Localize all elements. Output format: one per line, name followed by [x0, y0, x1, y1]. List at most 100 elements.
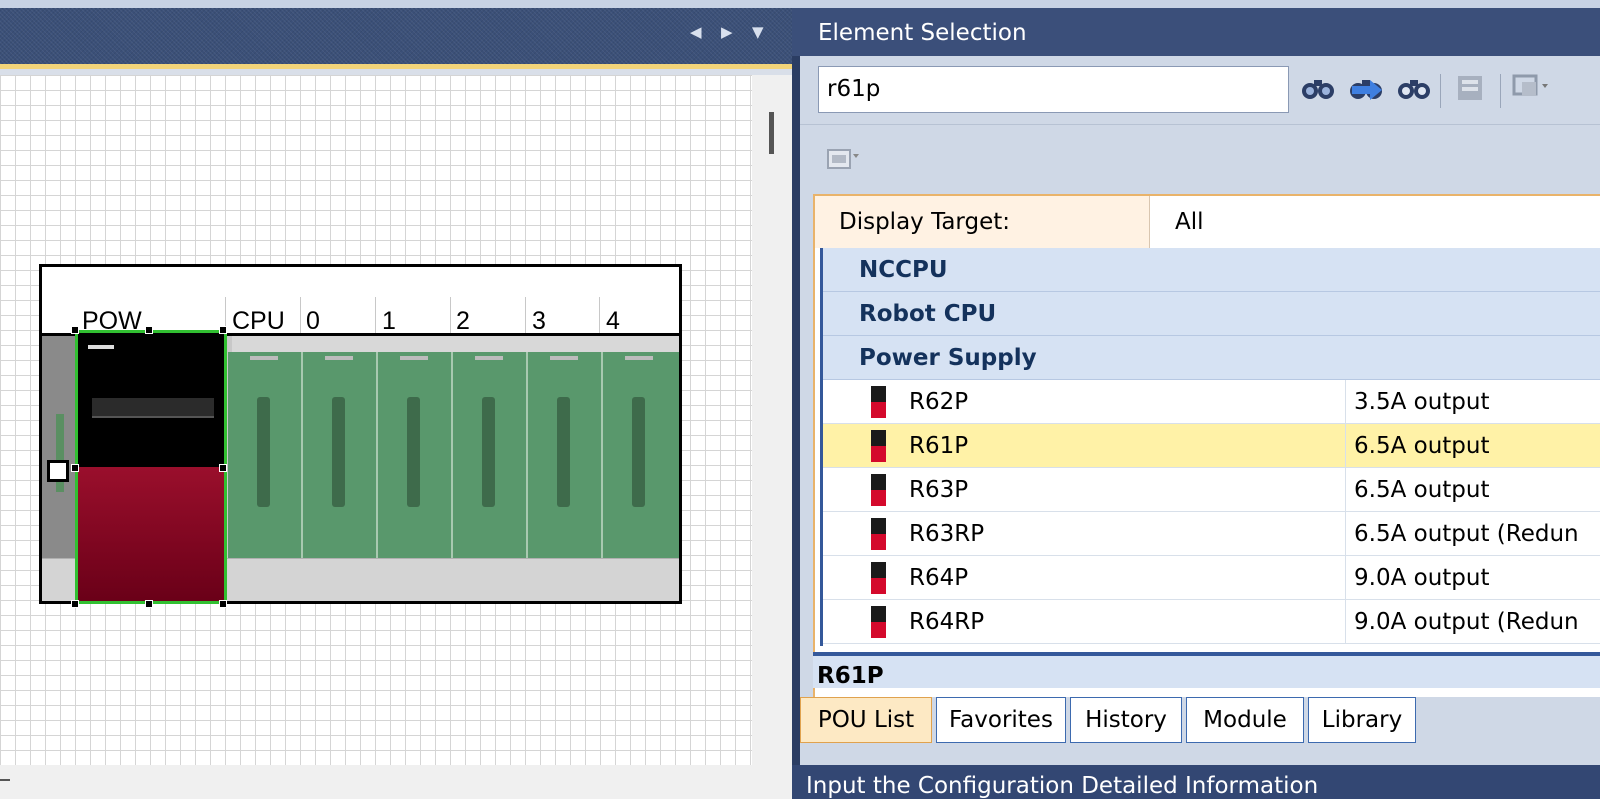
item-name: R62P	[909, 389, 969, 415]
display-target-value[interactable]: All	[1175, 196, 1204, 248]
item-description: 3.5A output	[1345, 380, 1600, 424]
item-name: R63RP	[909, 521, 985, 547]
power-module-icon	[871, 386, 886, 418]
item-name: R64RP	[909, 609, 985, 635]
item-description: 9.0A output (Redun	[1345, 600, 1600, 644]
category-robot-cpu[interactable]: Robot CPU	[823, 292, 1600, 336]
item-description: 6.5A output	[1345, 424, 1600, 468]
item-description: 9.0A output	[1345, 556, 1600, 600]
tab-scroll-right-icon[interactable]: ▶	[721, 22, 733, 42]
display-target-label: Display Target:	[815, 196, 1150, 248]
module-bar	[407, 397, 420, 507]
list-item-r64p[interactable]: R64P 9.0A output	[823, 556, 1600, 600]
slot-separator	[525, 297, 526, 333]
slot-label-1: 1	[382, 307, 396, 335]
power-supply-top	[78, 333, 224, 467]
slot-label-0: 0	[306, 307, 320, 335]
horizontal-scrollbar[interactable]	[0, 765, 792, 799]
slot-4-module[interactable]	[603, 352, 679, 558]
category-power-supply[interactable]: Power Supply	[823, 336, 1600, 380]
resize-handle[interactable]	[71, 600, 79, 608]
slot-label-cpu: CPU	[232, 307, 285, 335]
item-name: R61P	[909, 433, 969, 459]
search-input[interactable]: r61p	[818, 66, 1289, 113]
module-icon[interactable]	[1452, 72, 1488, 111]
slot-3-module[interactable]	[528, 352, 603, 558]
slot-separator	[300, 297, 301, 333]
tab-list-dropdown-icon[interactable]: ▼	[752, 22, 764, 42]
list-tree: NCCPU Robot CPU Power Supply R62P 3.5A o…	[820, 248, 1600, 646]
find-all-icon[interactable]	[1396, 72, 1432, 111]
module-bar	[482, 397, 495, 507]
power-module-icon	[871, 430, 886, 462]
power-module-icon	[871, 474, 886, 506]
tab-module[interactable]: Module	[1186, 697, 1304, 743]
toolbar-separator	[1440, 74, 1441, 108]
slot-0-module[interactable]	[303, 352, 378, 558]
list-item-r61p[interactable]: R61P 6.5A output	[823, 424, 1600, 468]
item-name: R63P	[909, 477, 969, 503]
slot-cpu-module[interactable]	[228, 352, 303, 558]
module-tab	[325, 356, 353, 360]
power-supply-panel	[92, 398, 214, 418]
resize-handle[interactable]	[71, 326, 79, 334]
resize-handle[interactable]	[219, 464, 227, 472]
module-bar	[632, 397, 645, 507]
slot-separator	[375, 297, 376, 333]
module-tab	[250, 356, 278, 360]
scrollbar-thumb[interactable]	[769, 112, 774, 154]
power-module-icon	[871, 606, 886, 638]
display-icon[interactable]	[1510, 72, 1550, 111]
list-item-r62p[interactable]: R62P 3.5A output	[823, 380, 1600, 424]
resize-handle[interactable]	[145, 600, 153, 608]
find-icon[interactable]	[1300, 72, 1336, 111]
status-bar: Input the Configuration Detailed Informa…	[792, 765, 1600, 799]
resize-handle[interactable]	[71, 464, 79, 472]
status-text: Input the Configuration Detailed Informa…	[806, 773, 1319, 799]
module-bar	[557, 397, 570, 507]
slot-separator	[450, 297, 451, 333]
item-description: 6.5A output	[1345, 468, 1600, 512]
slot-2-module[interactable]	[453, 352, 528, 558]
item-name: R64P	[909, 565, 969, 591]
scroll-tick	[0, 779, 10, 781]
rack-selection-marker[interactable]	[47, 460, 69, 482]
module-bar	[257, 397, 270, 507]
list-item-r64rp[interactable]: R64RP 9.0A output (Redun	[823, 600, 1600, 644]
rack-top-rail	[232, 336, 679, 352]
tab-library[interactable]: Library	[1308, 697, 1416, 743]
toolbar-divider	[800, 124, 1600, 125]
slot-label-4: 4	[606, 307, 620, 335]
display-target-row[interactable]: Display Target: All	[815, 196, 1600, 248]
power-supply-body	[78, 467, 224, 601]
top-strip	[0, 0, 1600, 8]
item-description: 6.5A output (Redun	[1345, 512, 1600, 556]
toolbar-separator	[1500, 74, 1501, 108]
category-nccpu[interactable]: NCCPU	[823, 248, 1600, 292]
power-supply-indicator	[88, 345, 114, 349]
slot-label-2: 2	[456, 307, 470, 335]
tab-pou-list[interactable]: POU List	[800, 697, 932, 743]
module-bar	[332, 397, 345, 507]
resize-handle[interactable]	[219, 600, 227, 608]
panel-title: Element Selection	[818, 20, 1027, 46]
module-configuration-title-bar	[0, 8, 792, 64]
detail-title: R61P	[813, 652, 1600, 688]
power-supply-module[interactable]	[75, 330, 227, 604]
filter-icon[interactable]	[826, 146, 860, 178]
module-tab	[400, 356, 428, 360]
find-next-icon[interactable]	[1348, 72, 1384, 111]
list-item-r63p[interactable]: R63P 6.5A output	[823, 468, 1600, 512]
resize-handle[interactable]	[219, 326, 227, 334]
power-module-icon	[871, 518, 886, 550]
tab-favorites[interactable]: Favorites	[936, 697, 1066, 743]
list-item-r63rp[interactable]: R63RP 6.5A output (Redun	[823, 512, 1600, 556]
tab-scroll-left-icon[interactable]: ◀	[690, 22, 702, 42]
vertical-scrollbar[interactable]	[752, 75, 792, 765]
slot-1-module[interactable]	[378, 352, 453, 558]
resize-handle[interactable]	[145, 326, 153, 334]
tab-history[interactable]: History	[1070, 697, 1182, 743]
module-tab	[625, 356, 653, 360]
module-tab	[550, 356, 578, 360]
slot-label-3: 3	[532, 307, 546, 335]
